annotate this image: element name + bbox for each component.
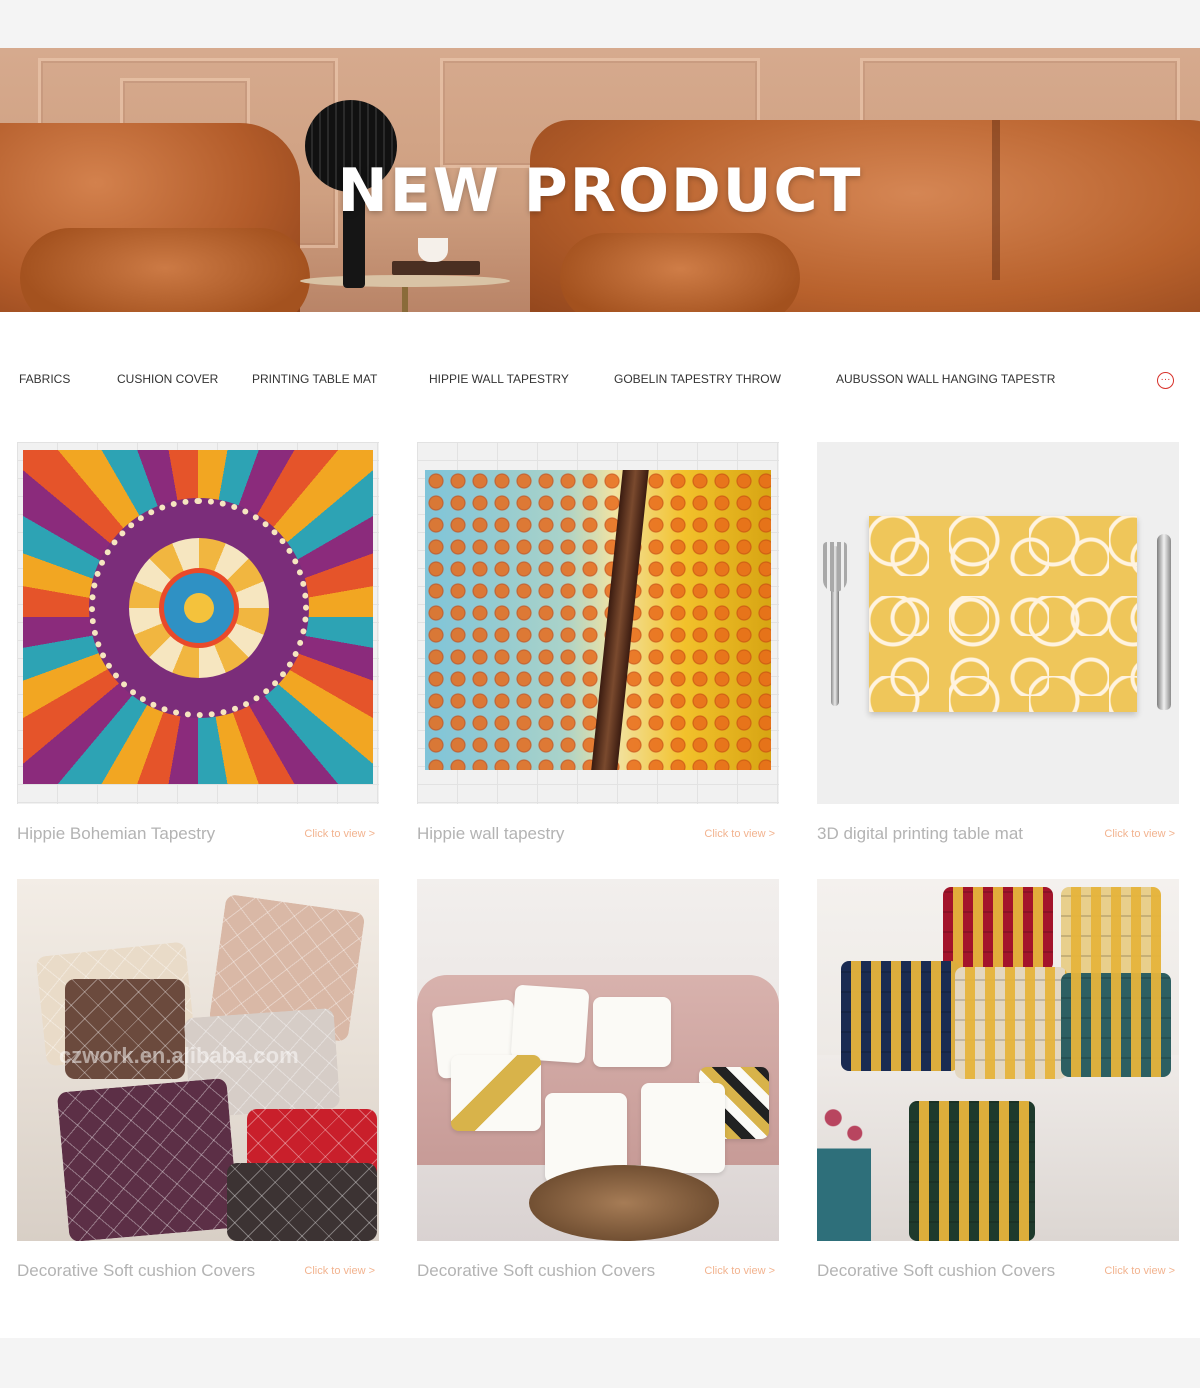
category-fabrics[interactable]: FABRICS bbox=[19, 372, 70, 386]
banner-title: NEW PRODUCT bbox=[337, 156, 863, 226]
category-gobelin-tapestry-throw[interactable]: GOBELIN TAPESTRY THROW bbox=[614, 372, 781, 386]
product-name[interactable]: 3D digital printing table mat bbox=[817, 824, 1023, 844]
category-aubusson-wall-hanging-tapestry[interactable]: AUBUSSON WALL HANGING TAPESTR bbox=[836, 372, 1055, 386]
flower-vase bbox=[817, 1087, 871, 1241]
cushion bbox=[510, 984, 590, 1064]
cushion bbox=[1061, 973, 1171, 1077]
category-cushion-cover[interactable]: CUSHION COVER bbox=[117, 372, 218, 386]
top-strip bbox=[0, 0, 1200, 48]
cushion bbox=[943, 887, 1053, 971]
cushion bbox=[641, 1083, 725, 1173]
knife-icon bbox=[1157, 534, 1171, 710]
armchair-roll bbox=[20, 228, 310, 312]
category-hippie-wall-tapestry[interactable]: HIPPIE WALL TAPESTRY bbox=[429, 372, 569, 386]
product-name[interactable]: Hippie Bohemian Tapestry bbox=[17, 824, 215, 844]
floral-table-mat bbox=[869, 516, 1137, 712]
product-image-mandala-tapestry[interactable] bbox=[17, 442, 379, 804]
category-nav: FABRICS CUSHION COVER PRINTING TABLE MAT… bbox=[0, 360, 1200, 400]
cushion bbox=[593, 997, 671, 1067]
click-to-view-link[interactable]: Click to view > bbox=[704, 1265, 775, 1277]
cushion bbox=[56, 1077, 240, 1241]
category-printing-table-mat[interactable]: PRINTING TABLE MAT bbox=[252, 372, 377, 386]
coffee-cup bbox=[418, 238, 448, 262]
cushion bbox=[451, 1055, 541, 1131]
fur-rug bbox=[529, 1165, 719, 1241]
cushion bbox=[227, 1163, 377, 1241]
book bbox=[392, 261, 480, 275]
cushion bbox=[841, 961, 959, 1071]
click-to-view-link[interactable]: Click to view > bbox=[304, 1265, 375, 1277]
fork-icon bbox=[823, 542, 847, 592]
product-name[interactable]: Hippie wall tapestry bbox=[417, 824, 564, 844]
click-to-view-link[interactable]: Click to view > bbox=[1104, 1265, 1175, 1277]
mandala-center bbox=[184, 593, 214, 623]
bottom-strip bbox=[0, 1338, 1200, 1388]
ellipsis-circle-icon[interactable]: ··· bbox=[1157, 372, 1174, 389]
side-table-leg bbox=[402, 286, 408, 312]
product-image-quilted-cushions[interactable]: czwork.en.alibaba.com bbox=[17, 879, 379, 1241]
cushion bbox=[909, 1101, 1035, 1241]
click-to-view-link[interactable]: Click to view > bbox=[1104, 828, 1175, 840]
click-to-view-link[interactable]: Click to view > bbox=[704, 828, 775, 840]
product-image-letter-cushions[interactable] bbox=[417, 879, 779, 1241]
product-image-gold-velvet-cushions[interactable] bbox=[817, 879, 1179, 1241]
product-card[interactable]: Hippie Bohemian Tapestry Click to view > bbox=[17, 442, 379, 852]
product-card[interactable]: Hippie wall tapestry Click to view > bbox=[417, 442, 779, 852]
product-card[interactable]: 3D digital printing table mat Click to v… bbox=[817, 442, 1179, 852]
product-card[interactable]: czwork.en.alibaba.com Decorative Soft cu… bbox=[17, 879, 379, 1289]
watermark: czwork.en.alibaba.com bbox=[59, 1043, 299, 1068]
click-to-view-link[interactable]: Click to view > bbox=[304, 828, 375, 840]
product-image-flower-tree-tapestry[interactable] bbox=[417, 442, 779, 804]
cushion bbox=[955, 967, 1067, 1079]
new-product-banner: NEW PRODUCT bbox=[0, 48, 1200, 312]
product-name[interactable]: Decorative Soft cushion Covers bbox=[417, 1261, 655, 1281]
product-name[interactable]: Decorative Soft cushion Covers bbox=[817, 1261, 1055, 1281]
side-table bbox=[300, 275, 510, 287]
product-card[interactable]: Decorative Soft cushion Covers Click to … bbox=[417, 879, 779, 1289]
product-name[interactable]: Decorative Soft cushion Covers bbox=[17, 1261, 255, 1281]
product-card[interactable]: Decorative Soft cushion Covers Click to … bbox=[817, 879, 1179, 1289]
sofa-roll-cushion bbox=[560, 233, 800, 312]
product-image-table-mat[interactable] bbox=[817, 442, 1179, 804]
